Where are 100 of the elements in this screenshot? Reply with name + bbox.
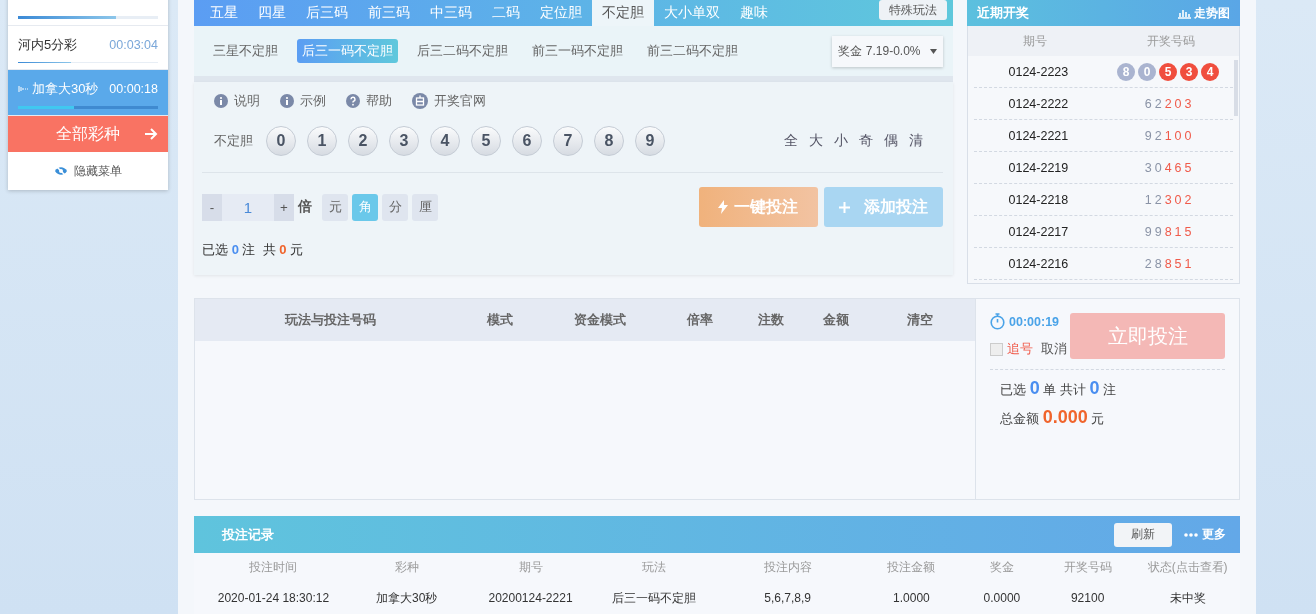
result-digit: 3: [1184, 96, 1192, 111]
prize-select[interactable]: 奖金 7.19-0.0%: [832, 35, 943, 67]
play-tab[interactable]: 不定胆: [592, 0, 654, 26]
result-digit: 5: [1184, 160, 1192, 175]
result-digit: 0: [1174, 192, 1182, 207]
panel-title: 投注记录: [222, 525, 274, 544]
quick-pick[interactable]: 奇: [858, 132, 873, 150]
minus-button[interactable]: -: [202, 193, 222, 221]
result-ball: 4: [1201, 62, 1220, 81]
issue-number: 0124-2217: [1007, 224, 1070, 239]
countdown-time: 00:00:19: [990, 313, 1067, 330]
refresh-button[interactable]: 刷新: [1114, 522, 1172, 547]
result-digit: 8: [1164, 224, 1172, 239]
result-digit: 5: [1184, 224, 1192, 239]
sub-tab[interactable]: 前三一码不定胆: [527, 39, 628, 63]
stopwatch-icon: [990, 313, 1005, 330]
result-digit: 2: [1144, 256, 1152, 271]
number-ball[interactable]: 2: [348, 126, 378, 156]
column-header: 期号: [517, 558, 544, 576]
table-cell-text: 加拿大30秒: [375, 589, 439, 607]
result-digit: 8: [1164, 256, 1172, 271]
plus-icon: [838, 201, 850, 213]
info-link[interactable]: 示例: [280, 92, 326, 110]
sub-tab[interactable]: 后三二码不定胆: [412, 39, 513, 63]
number-ball[interactable]: 9: [635, 126, 665, 156]
column-header: 彩种: [393, 558, 420, 576]
unit-option[interactable]: 元: [322, 193, 348, 221]
caret-icon: [929, 48, 937, 54]
column-header: 开奖号码: [1146, 32, 1197, 50]
multiplier-input[interactable]: 1: [222, 193, 274, 221]
table-cell-text: 0.0000: [982, 591, 1022, 605]
sub-tab[interactable]: 前三二码不定胆: [642, 39, 743, 63]
help-icon: [346, 94, 360, 108]
result-digit: 1: [1164, 128, 1172, 143]
quick-pick[interactable]: 偶: [883, 132, 898, 150]
number-ball[interactable]: 3: [389, 126, 419, 156]
cancel-link[interactable]: 取消: [1041, 340, 1067, 358]
number-ball[interactable]: 1: [307, 126, 337, 156]
plus-button[interactable]: +: [274, 193, 294, 221]
info-icon: [214, 94, 228, 108]
info-link[interactable]: 帮助: [346, 92, 392, 110]
result-digit: 0: [1174, 128, 1182, 143]
sub-tab[interactable]: 三星不定胆: [208, 39, 283, 63]
column-header: 投注时间: [248, 558, 299, 576]
quick-pick[interactable]: 小: [833, 132, 848, 150]
result-ball: 5: [1159, 62, 1178, 81]
info-link[interactable]: 说明: [214, 92, 260, 110]
result-digit: 5: [1174, 256, 1182, 271]
table-cell-text: 92100: [1069, 591, 1106, 605]
result-digit: 6: [1144, 96, 1152, 111]
result-ball: 8: [1117, 62, 1136, 81]
number-ball[interactable]: 8: [594, 126, 624, 156]
number-ball[interactable]: 4: [430, 126, 460, 156]
column-header: 玩法与投注号码: [283, 311, 377, 329]
result-digit: 2: [1154, 192, 1162, 207]
result-ball: 3: [1180, 62, 1199, 81]
quick-pick[interactable]: 清: [908, 132, 923, 150]
column-header: 开奖号码: [1062, 558, 1113, 576]
number-ball[interactable]: 0: [266, 126, 296, 156]
column-header: 注数: [757, 311, 785, 329]
table-cell-text: 2020-01-24 18:30:12: [216, 591, 331, 605]
column-header: 模式: [485, 311, 514, 329]
number-ball[interactable]: 5: [471, 126, 501, 156]
lightning-icon: [718, 200, 729, 214]
info-icon: [280, 94, 294, 108]
hide-menu-link[interactable]: 隐藏菜单: [74, 162, 122, 180]
result-digit: 8: [1154, 256, 1162, 271]
issue-number: 0124-2218: [1007, 192, 1070, 207]
unit-option[interactable]: 分: [382, 193, 408, 221]
chase-checkbox[interactable]: [990, 342, 1003, 356]
result-digit: 0: [1184, 128, 1192, 143]
pick-label: 不定胆: [214, 132, 253, 150]
lottery-name: 加拿大30秒: [18, 80, 99, 98]
number-ball[interactable]: 6: [512, 126, 542, 156]
issue-number: 0124-2216: [1007, 256, 1070, 271]
issue-number: 0124-2222: [1007, 96, 1070, 111]
quick-pick[interactable]: 大: [808, 132, 823, 150]
number-ball[interactable]: 7: [553, 126, 583, 156]
column-header: 金额: [822, 311, 850, 329]
special-play-button[interactable]: 特殊玩法: [878, 0, 947, 20]
unit-option[interactable]: 厘: [412, 193, 438, 221]
selection-summary: 已选 0 注 共 0 元: [202, 241, 305, 259]
result-digit: 4: [1164, 160, 1172, 175]
column-header: 倍率: [685, 311, 714, 329]
info-link[interactable]: 开奖官网: [412, 92, 486, 110]
result-digit: 2: [1154, 128, 1162, 143]
table-cell-text: 1.0000: [892, 591, 931, 605]
issue-number: 0124-2219: [1007, 160, 1070, 175]
column-header: 资金模式: [573, 311, 627, 329]
quick-pick[interactable]: 全: [783, 132, 798, 150]
result-digit: 3: [1144, 160, 1152, 175]
chase-label: 追号: [1007, 340, 1033, 358]
result-digit: 9: [1144, 128, 1152, 143]
column-header: 奖金: [988, 558, 1015, 576]
result-digit: 1: [1174, 224, 1182, 239]
table-cell-text: 后三一码不定胆: [611, 589, 698, 607]
result-digit: 1: [1144, 192, 1152, 207]
result-digit: 2: [1184, 192, 1192, 207]
column-header: 状态(点击查看): [1146, 558, 1229, 576]
total-amount: 总金额 0.000 元: [999, 406, 1106, 428]
